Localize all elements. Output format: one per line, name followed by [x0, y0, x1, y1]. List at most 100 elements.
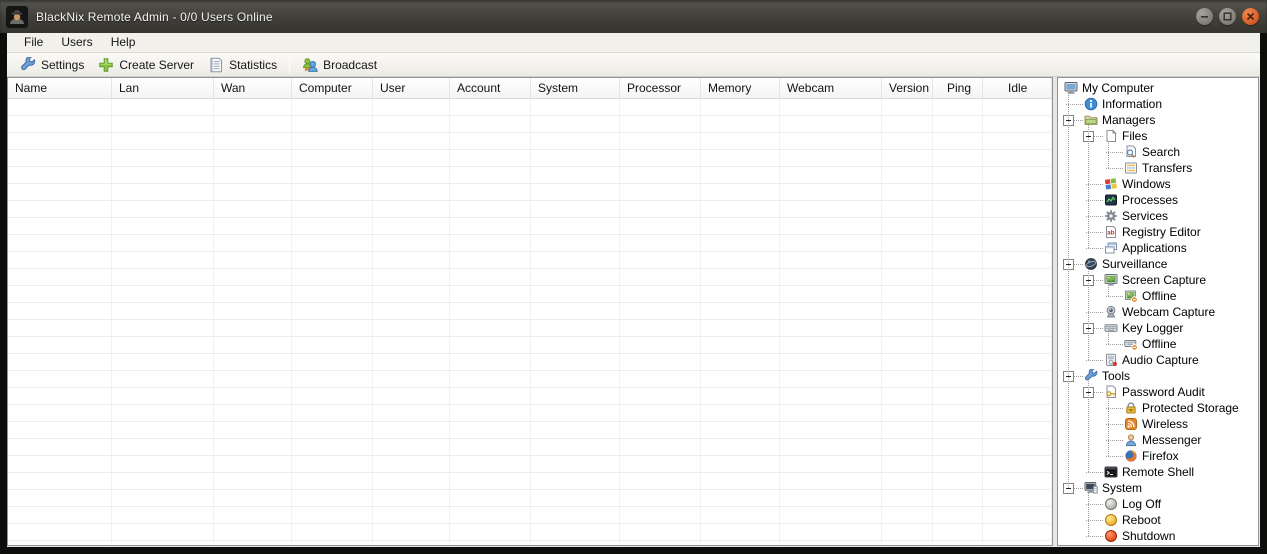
computer-icon	[1064, 81, 1078, 95]
column-header-webcam[interactable]: Webcam	[780, 78, 882, 98]
table-gridline	[779, 99, 780, 545]
logoff-sphere-icon	[1104, 497, 1118, 511]
tree-item-label: Audio Capture	[1122, 353, 1199, 367]
file-search-icon	[1124, 145, 1138, 159]
surveillance-icon	[1084, 257, 1098, 271]
tree-connector	[1084, 192, 1104, 208]
tree-connector	[1084, 528, 1104, 544]
tree-item-label: Transfers	[1142, 161, 1192, 175]
screen-capture-icon	[1104, 273, 1118, 287]
tree-connector	[1108, 397, 1109, 456]
table-gridline	[530, 99, 531, 545]
tree-connector	[1104, 448, 1124, 464]
system-icon	[1084, 481, 1098, 495]
tree-connector	[1088, 269, 1089, 360]
table-gridline	[111, 99, 112, 545]
toolbar-button-label: Statistics	[229, 58, 277, 72]
tree-connector	[1064, 256, 1084, 272]
command-tree-panel: My ComputerInformationManagersFilesSearc…	[1057, 77, 1259, 546]
column-header-system[interactable]: System	[531, 78, 620, 98]
column-header-account[interactable]: Account	[450, 78, 531, 98]
table-gridline	[1051, 99, 1052, 545]
keylogger-icon	[1104, 321, 1118, 335]
title-bar: BlackNix Remote Admin - 0/0 Users Online	[0, 0, 1267, 33]
column-header-processor[interactable]: Processor	[620, 78, 701, 98]
toolbar-separator	[289, 56, 290, 73]
wireless-icon	[1124, 417, 1138, 431]
tree-item-label: Processes	[1122, 193, 1178, 207]
tree-item-label: Reboot	[1122, 513, 1161, 527]
window-title: BlackNix Remote Admin - 0/0 Users Online	[36, 10, 1196, 24]
table-gridline	[881, 99, 882, 545]
statistics-button[interactable]: Statistics	[201, 54, 284, 75]
column-header-idle[interactable]: Idle	[983, 78, 1052, 98]
tree-connector	[1104, 144, 1124, 160]
column-header-user[interactable]: User	[373, 78, 450, 98]
tree-item-label: Remote Shell	[1122, 465, 1194, 479]
column-header-memory[interactable]: Memory	[701, 78, 780, 98]
menu-item-help[interactable]: Help	[102, 33, 145, 52]
transfers-icon	[1124, 161, 1138, 175]
close-button[interactable]	[1242, 8, 1259, 25]
keylogger-offline-icon	[1124, 337, 1138, 351]
tree-connector	[1104, 416, 1124, 432]
tree-item-label: My Computer	[1082, 81, 1154, 95]
table-gridline	[700, 99, 701, 545]
tree-item-label: Applications	[1122, 241, 1187, 255]
lock-icon	[1124, 401, 1138, 415]
table-body[interactable]	[8, 99, 1052, 545]
minimize-button[interactable]	[1196, 8, 1213, 25]
column-header-computer[interactable]: Computer	[292, 78, 373, 98]
tree-item-information[interactable]: Information	[1058, 96, 1258, 112]
menu-item-file[interactable]: File	[15, 33, 52, 52]
toolbar-button-label: Broadcast	[323, 58, 377, 72]
menu-item-users[interactable]: Users	[52, 33, 101, 52]
webcam-icon	[1104, 305, 1118, 319]
tools-wrench-icon	[1084, 369, 1098, 383]
column-header-lan[interactable]: Lan	[112, 78, 214, 98]
tree-item-label: Password Audit	[1122, 385, 1205, 399]
tree-item-label: Protected Storage	[1142, 401, 1239, 415]
settings-button[interactable]: Settings	[13, 54, 91, 75]
column-header-ping[interactable]: Ping	[933, 78, 983, 98]
tree-connector	[1084, 512, 1104, 528]
tree-connector	[1064, 480, 1084, 496]
tree-connector	[1064, 368, 1084, 384]
tree-item-label: Log Off	[1122, 497, 1161, 511]
toolbar: SettingsCreate Server Statistics Broadcast	[7, 52, 1260, 77]
screen-offline-icon	[1124, 289, 1138, 303]
table-gridline	[982, 99, 983, 545]
password-audit-icon	[1104, 385, 1118, 399]
processes-icon	[1104, 193, 1118, 207]
broadcast-button[interactable]: Broadcast	[295, 54, 384, 75]
table-gridline	[372, 99, 373, 545]
tree-connector	[1088, 381, 1089, 472]
broadcast-icon	[302, 57, 318, 73]
tree-connector	[1084, 240, 1104, 256]
tree-connector	[1084, 304, 1104, 320]
tree-item-label: System	[1102, 481, 1142, 495]
managers-folder-icon	[1084, 113, 1098, 127]
table-gridline	[449, 99, 450, 545]
tree-item-my-computer[interactable]: My Computer	[1058, 80, 1258, 96]
table-gridline	[932, 99, 933, 545]
maximize-button[interactable]	[1219, 8, 1236, 25]
registry-icon: ab	[1104, 225, 1118, 239]
tree-connector	[1088, 493, 1089, 536]
column-header-wan[interactable]: Wan	[214, 78, 292, 98]
spy-icon	[6, 6, 28, 28]
app-window: BlackNix Remote Admin - 0/0 Users Online…	[0, 0, 1267, 554]
create-server-button[interactable]: Create Server	[91, 54, 201, 75]
tree-connector	[1108, 141, 1109, 168]
svg-text:ab: ab	[1107, 229, 1114, 236]
table-header-row: NameLanWanComputerUserAccountSystemProce…	[8, 78, 1052, 99]
window-controls	[1196, 8, 1259, 25]
tree-connector	[1084, 464, 1104, 480]
tree-item-label: Webcam Capture	[1122, 305, 1215, 319]
tree-connector	[1084, 176, 1104, 192]
info-icon	[1084, 97, 1098, 111]
audio-capture-icon	[1104, 353, 1118, 367]
table-gridline	[213, 99, 214, 545]
column-header-version[interactable]: Version	[882, 78, 933, 98]
column-header-name[interactable]: Name	[8, 78, 112, 98]
